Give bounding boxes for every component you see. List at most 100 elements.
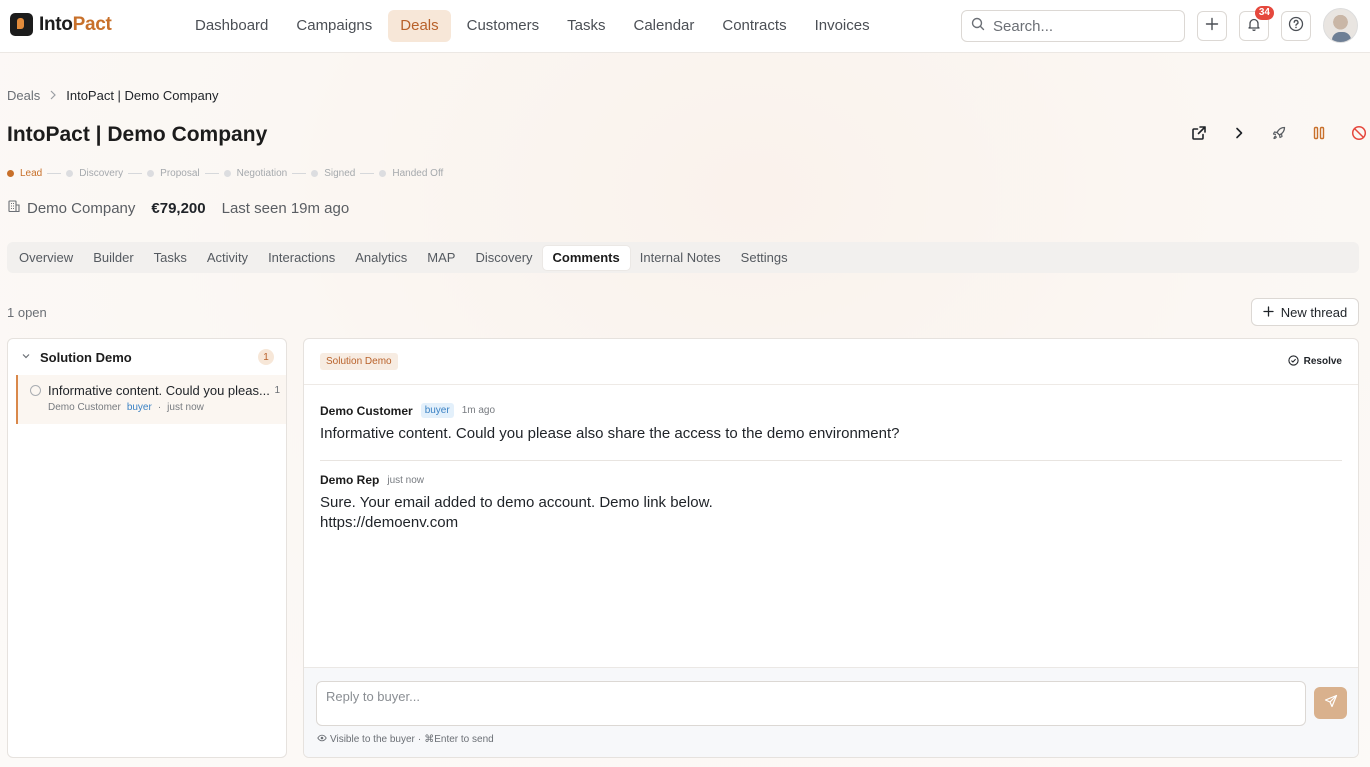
breadcrumb-current: IntoPact | Demo Company [66,88,219,103]
thread-reply-count: 1 [274,385,280,396]
last-seen: Last seen 19m ago [221,199,350,217]
thread-list-panel: Solution Demo 1 Informative content. Cou… [7,338,287,758]
thread-list-item[interactable]: Informative content. Could you pleas... … [16,375,286,424]
tab-internal-notes[interactable]: Internal Notes [630,246,731,270]
thread-detail-panel: Solution Demo Resolve Demo Customer buye… [303,338,1359,758]
message-line: Sure. Your email added to demo account. … [320,494,713,511]
thread-detail-header: Solution Demo Resolve [304,339,1358,385]
tab-builder[interactable]: Builder [83,246,143,270]
stage-label: Discovery [79,168,124,179]
thread-preview: Informative content. Could you pleas... [48,383,270,398]
check-circle-icon [1287,354,1299,369]
nav-item-campaigns[interactable]: Campaigns [284,10,384,42]
stage-dot [379,170,387,177]
pause-icon [1312,126,1326,145]
stage-dot [223,170,231,177]
unresolved-circle-icon[interactable] [30,385,41,396]
eye-icon [317,733,327,746]
hint-separator: · [417,734,422,745]
stage-label: Proposal [160,168,200,179]
notification-count-badge: 34 [1254,6,1274,20]
deal-actions [1187,123,1370,147]
stage-label: Negotiation [236,168,288,179]
stage-negotiation[interactable]: Negotiation [223,168,288,179]
logo-text: IntoPact [39,13,112,35]
search-input[interactable] [993,17,1173,35]
message-divider [320,460,1342,461]
stage-signed[interactable]: Signed [311,168,355,179]
close-deal-button[interactable] [1347,123,1370,147]
message-body: Informative content. Could you please al… [320,424,1342,444]
plus-icon [1205,17,1219,36]
pause-button[interactable] [1307,123,1331,147]
tab-comments[interactable]: Comments [542,245,630,270]
message-body: Sure. Your email added to demo account. … [320,493,1342,533]
building-icon [7,199,21,217]
notifications-button[interactable]: 34 [1239,6,1274,41]
tab-interactions[interactable]: Interactions [258,246,345,270]
send-button[interactable] [1314,687,1347,719]
stage-lead[interactable]: Lead [7,168,42,179]
nav-item-tasks[interactable]: Tasks [555,10,617,42]
thread-meta-separator: · [157,402,162,413]
main-nav: Dashboard Campaigns Deals Customers Task… [183,10,882,42]
chevron-right-icon [1232,126,1246,145]
stage-connector [47,173,62,174]
search-icon [971,17,985,36]
search-box [961,10,1185,42]
tab-map[interactable]: MAP [417,246,465,270]
tab-analytics[interactable]: Analytics [345,246,417,270]
add-button[interactable] [1197,11,1227,41]
launch-button[interactable] [1267,123,1291,147]
next-stage-button[interactable] [1227,123,1251,147]
send-icon [1324,694,1338,713]
stage-dot [7,170,14,177]
nav-item-deals[interactable]: Deals [388,10,451,42]
new-thread-label: New thread [1280,304,1348,320]
tab-tasks[interactable]: Tasks [144,246,197,270]
thread-group-header[interactable]: Solution Demo 1 [8,339,286,375]
thread-author-role: buyer [126,402,152,413]
stage-proposal[interactable]: Proposal [147,168,200,179]
thread-time: just now [167,402,204,413]
open-external-button[interactable] [1187,123,1211,147]
breadcrumb-deals-link[interactable]: Deals [7,88,40,103]
chevron-down-icon [21,348,31,366]
reply-input[interactable] [316,681,1306,726]
user-avatar[interactable] [1323,8,1358,43]
stage-connector [292,173,307,174]
hint-send-shortcut: ⌘Enter to send [424,734,494,745]
reply-composer: Visible to the buyer · ⌘Enter to send [304,667,1358,757]
stage-dot [311,170,319,177]
stage-handed-off[interactable]: Handed Off [379,168,443,179]
help-button[interactable] [1281,11,1311,41]
rocket-icon [1271,125,1287,146]
tab-overview[interactable]: Overview [9,246,83,270]
deal-company[interactable]: Demo Company [7,199,135,217]
message-link[interactable]: https://demoenv.com [320,513,1342,533]
app-logo[interactable]: IntoPact [10,13,112,36]
breadcrumb: Deals IntoPact | Demo Company [7,88,218,103]
nav-item-dashboard[interactable]: Dashboard [183,10,280,42]
chevron-right-icon [49,88,57,103]
logo-icon [10,13,33,36]
stage-label: Signed [324,168,356,179]
nav-item-contracts[interactable]: Contracts [710,10,798,42]
thread-author: Demo Customer [48,402,121,413]
stage-label: Handed Off [392,168,444,179]
stage-discovery[interactable]: Discovery [66,168,123,179]
composer-hint: Visible to the buyer · ⌘Enter to send [317,733,494,746]
tab-activity[interactable]: Activity [197,246,258,270]
nav-item-invoices[interactable]: Invoices [803,10,882,42]
tab-discovery[interactable]: Discovery [465,246,542,270]
nav-item-customers[interactable]: Customers [455,10,552,42]
new-thread-button[interactable]: New thread [1251,298,1359,326]
nav-item-calendar[interactable]: Calendar [622,10,707,42]
external-link-icon [1191,125,1207,146]
comment-message: Demo Rep just now Sure. Your email added… [320,473,1342,533]
tab-settings[interactable]: Settings [731,246,798,270]
message-author-role: buyer [420,403,454,418]
company-name: Demo Company [27,199,136,217]
resolve-button[interactable]: Resolve [1287,354,1342,369]
stage-dot [147,170,155,177]
